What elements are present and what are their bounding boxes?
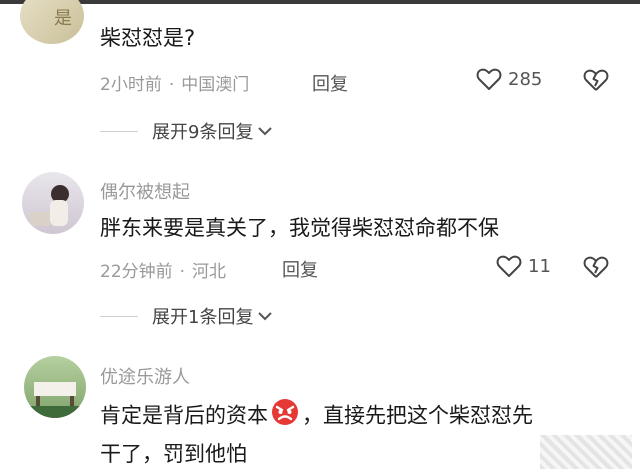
reply-button[interactable]: 回复: [312, 70, 348, 96]
broken-heart-icon: [583, 256, 609, 278]
comment-text-continued: 干了，罚到他怕: [100, 442, 247, 466]
username[interactable]: 优途乐游人: [100, 363, 190, 389]
expand-label: 展开1条回复: [152, 307, 254, 328]
dislike-button[interactable]: [583, 68, 609, 96]
heart-icon: [476, 68, 502, 90]
comment-text: 柴怼怼是?: [100, 26, 196, 50]
dislike-button[interactable]: [583, 255, 609, 283]
comment-time: 22分钟前: [100, 262, 173, 282]
comment-meta: 2小时前 · 中国澳门: [100, 70, 249, 95]
svg-text:是: 是: [54, 8, 72, 29]
like-count: 11: [528, 255, 551, 277]
avatar[interactable]: [22, 172, 84, 234]
angry-face-emoji: [270, 397, 300, 436]
comment-meta: 22分钟前 · 河北: [100, 257, 226, 282]
expand-label: 展开9条回复: [152, 122, 254, 143]
chevron-down-icon: [258, 312, 273, 321]
username[interactable]: 偶尔被想起: [100, 178, 190, 204]
expand-replies-button[interactable]: 展开9条回复: [100, 118, 273, 144]
comment-location: 中国澳门: [181, 75, 250, 95]
expand-divider: [100, 130, 138, 132]
meta-separator: ·: [179, 262, 186, 282]
expand-divider: [100, 315, 138, 317]
watermark: [540, 435, 632, 469]
like-button[interactable]: 11: [496, 254, 551, 278]
heart-icon: [496, 255, 522, 277]
top-edge: [0, 0, 640, 4]
like-button[interactable]: 285: [476, 67, 542, 91]
comment-text-part: ，直接先把这个柴怼怼先: [302, 403, 533, 428]
comment-text: 肯定是背后的资本 ，直接先把这个柴怼怼先: [100, 397, 533, 436]
avatar[interactable]: 是: [20, 0, 84, 44]
comment-text: 胖东来要是真关了，我觉得柴怼怼命都不保: [100, 216, 499, 240]
expand-replies-button[interactable]: 展开1条回复: [100, 303, 273, 329]
comment-location: 河北: [192, 262, 227, 282]
like-count: 285: [508, 68, 543, 90]
comment-text-part: 肯定是背后的资本: [100, 403, 268, 428]
chevron-down-icon: [258, 127, 273, 136]
meta-separator: ·: [168, 75, 175, 95]
reply-button[interactable]: 回复: [282, 256, 318, 282]
avatar[interactable]: [24, 356, 86, 418]
comment-time: 2小时前: [100, 75, 162, 95]
broken-heart-icon: [583, 69, 609, 91]
